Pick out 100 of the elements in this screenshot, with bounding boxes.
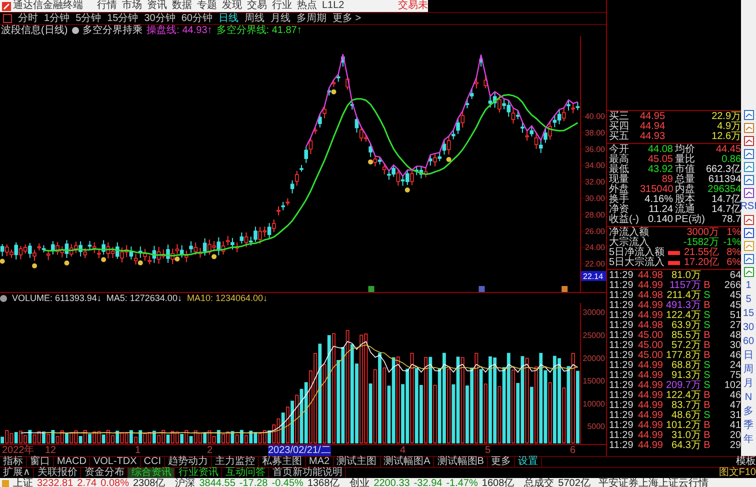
template-button[interactable]: 模板 bbox=[736, 457, 756, 467]
index-value: 3232.81 bbox=[37, 478, 74, 487]
trade-price: 45.00 bbox=[636, 341, 663, 351]
tab[interactable]: 指标 bbox=[0, 457, 27, 467]
axis-label: 25000 bbox=[582, 331, 605, 340]
period-button[interactable]: 周 bbox=[744, 364, 754, 375]
index-pct: -0.45% bbox=[272, 478, 304, 487]
period-tab[interactable]: 30分钟 bbox=[144, 13, 176, 24]
index-pct: 0.08% bbox=[100, 478, 129, 487]
period-tab[interactable]: 分时 bbox=[18, 13, 38, 24]
period-tab[interactable]: 更多 > bbox=[332, 13, 362, 24]
index-name: 沪深 bbox=[175, 478, 196, 487]
period-button[interactable]: 季 bbox=[744, 420, 754, 431]
period-tab[interactable]: 周线 bbox=[244, 13, 264, 24]
stat-label: 外盘 bbox=[609, 185, 630, 195]
flow-amount: -1582万 bbox=[682, 238, 719, 248]
trade-time: 11:29 bbox=[609, 361, 634, 371]
trade-count: 30 bbox=[728, 341, 742, 351]
period-button[interactable]: 日 bbox=[744, 350, 754, 361]
tab[interactable]: 测试主图 bbox=[334, 457, 381, 467]
tab[interactable]: 测试幅图A bbox=[380, 457, 434, 467]
flow-percent: 1% bbox=[726, 228, 742, 238]
indicator-value: 多空分界线: 41.87↑ bbox=[216, 25, 302, 36]
period-button[interactable]: 月 bbox=[744, 378, 754, 389]
market-source: 平安证券上海上证云行情 bbox=[598, 478, 708, 487]
flow-label: 净流入额 bbox=[609, 228, 650, 238]
period-tab[interactable]: 15分钟 bbox=[107, 13, 138, 24]
tab[interactable]: 设置 bbox=[514, 457, 542, 467]
stat-label: 换手 bbox=[609, 195, 630, 205]
trade-side: S bbox=[702, 311, 712, 321]
axis-label: 28.00 bbox=[584, 210, 605, 220]
trade-price: 45.00 bbox=[636, 331, 663, 341]
stat-value: 43.92 bbox=[646, 165, 673, 175]
period-button[interactable]: 5 bbox=[746, 294, 752, 305]
menu-item[interactable]: 数据 bbox=[172, 0, 192, 12]
tab[interactable]: 综合资讯 bbox=[128, 468, 176, 478]
trade-volume: 64.3万 bbox=[670, 441, 701, 451]
trade-price: 44.99 bbox=[636, 411, 663, 421]
tab[interactable]: MACD bbox=[54, 457, 90, 467]
menu-item[interactable]: 热点 bbox=[297, 0, 317, 12]
trade-time: 11:29 bbox=[609, 421, 634, 431]
period-tab[interactable]: 60分钟 bbox=[181, 13, 212, 24]
period-tab[interactable]: 5分钟 bbox=[76, 13, 102, 24]
flow-label: 5日大宗流入 bbox=[609, 258, 666, 268]
tab[interactable]: MA2 bbox=[306, 457, 334, 467]
period-button[interactable]: 年 bbox=[744, 434, 754, 445]
trade-volume: 1157万 bbox=[669, 281, 701, 291]
index-change: 2.74 bbox=[77, 478, 97, 487]
indicator-button[interactable]: RSI bbox=[740, 201, 756, 212]
period-button[interactable]: N bbox=[744, 392, 752, 403]
trade-side: B bbox=[702, 301, 712, 311]
menu-item[interactable]: 专题 bbox=[197, 0, 217, 12]
stat-value: 45.05 bbox=[646, 155, 673, 165]
period-button[interactable]: 15 bbox=[742, 308, 754, 319]
menu-item[interactable]: 行业 bbox=[272, 0, 292, 12]
order-label: 买三 bbox=[609, 112, 630, 122]
f10-button[interactable]: 图文F10 bbox=[718, 468, 756, 478]
menu-item[interactable]: 行情 bbox=[97, 0, 117, 12]
trade-side: S bbox=[702, 411, 712, 421]
tab[interactable]: VOL-TDX bbox=[90, 457, 141, 467]
menu-item[interactable]: L1L2 bbox=[322, 0, 344, 12]
trade-count: 46 bbox=[728, 391, 742, 401]
trade-price: 44.99 bbox=[636, 401, 663, 411]
stat-label: 内盘 bbox=[674, 185, 696, 195]
volume-reading: VOLUME: 611393.94↓ bbox=[12, 292, 102, 304]
axis-label: 36.00 bbox=[584, 144, 605, 154]
stat-value: 44.08 bbox=[646, 145, 673, 155]
tab[interactable]: 测试幅图B bbox=[434, 457, 488, 467]
tab[interactable]: 更多 bbox=[488, 457, 515, 467]
menu-item[interactable]: 资讯 bbox=[147, 0, 167, 12]
period-button[interactable]: 60 bbox=[742, 336, 754, 347]
stat-value: 0.140 bbox=[646, 215, 673, 225]
trade-count: 41 bbox=[728, 421, 742, 431]
trade-price: 44.98 bbox=[636, 271, 663, 281]
tab[interactable]: 主力监控 bbox=[212, 457, 260, 467]
period-tab[interactable]: 1分钟 bbox=[44, 13, 70, 24]
period-button[interactable]: 1 bbox=[746, 280, 752, 291]
tab[interactable]: 趋势动力 bbox=[165, 457, 212, 467]
menu-item[interactable]: 发现 bbox=[222, 0, 242, 12]
stat-label: 量比 bbox=[674, 155, 696, 165]
period-button[interactable]: 30 bbox=[742, 322, 754, 333]
date-label: 1 bbox=[135, 445, 141, 456]
trade-count: 102 bbox=[723, 381, 742, 391]
period-button[interactable]: 多 bbox=[744, 406, 754, 417]
stat-value: 296354 bbox=[706, 185, 742, 195]
trade-side: B bbox=[702, 331, 712, 341]
index-pct: -1.47% bbox=[446, 478, 478, 487]
tab[interactable]: 窗口 bbox=[27, 457, 54, 467]
trade-volume: 57.2万 bbox=[672, 341, 701, 351]
order-volume: 4.9万 bbox=[717, 122, 742, 132]
trade-volume: 211.4万 bbox=[666, 291, 701, 301]
tab[interactable]: CCI bbox=[140, 457, 166, 467]
trade-price: 44.99 bbox=[636, 441, 663, 451]
trade-side: S bbox=[702, 371, 712, 381]
trade-time: 11:29 bbox=[609, 331, 634, 341]
period-tab[interactable]: 多周期 bbox=[296, 13, 326, 24]
axis-label: 22.00 bbox=[584, 260, 605, 269]
tab[interactable]: 私募主图 bbox=[259, 457, 306, 467]
period-tab[interactable]: 日线 bbox=[218, 13, 238, 24]
period-tab[interactable]: 月线 bbox=[270, 13, 290, 24]
